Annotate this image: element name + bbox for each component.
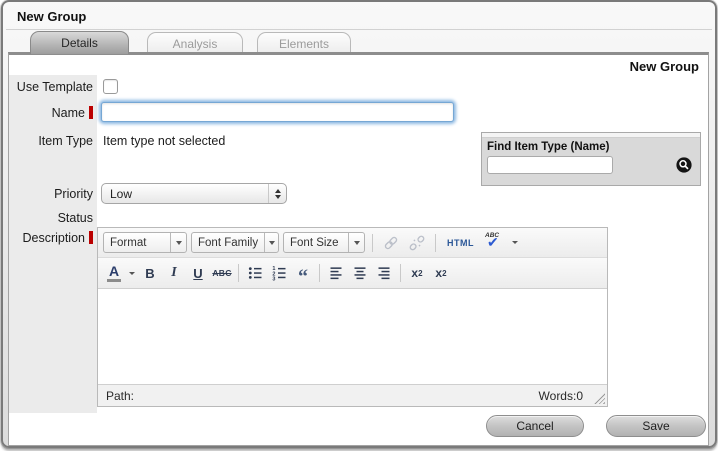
description-editor: Format Font Family Font Size HTML ABC ✔ … xyxy=(97,227,608,407)
bullet-list-button[interactable] xyxy=(244,262,266,284)
item-type-value: Item type not selected xyxy=(103,134,226,148)
superscript-button[interactable]: x2 xyxy=(430,262,452,284)
magnifier-icon[interactable] xyxy=(676,157,692,173)
page-title: New Group xyxy=(629,59,699,74)
tab-elements[interactable]: Elements xyxy=(257,32,351,54)
align-center-button[interactable] xyxy=(349,262,371,284)
italic-button[interactable]: I xyxy=(163,262,185,284)
tab-analysis[interactable]: Analysis xyxy=(147,32,243,54)
editor-statusbar: Path: Words:0 xyxy=(98,385,607,406)
new-group-window: New Group Details Analysis Elements New … xyxy=(0,0,718,451)
blockquote-button[interactable]: “ xyxy=(292,258,314,288)
window-titlebar: New Group xyxy=(6,4,712,30)
find-panel-header-strip xyxy=(482,133,700,138)
toolbar-separator xyxy=(372,233,373,252)
required-marker xyxy=(89,231,93,244)
forecolor-button[interactable]: A xyxy=(103,262,125,284)
details-panel: New Group Use Template Name Item Type It… xyxy=(8,52,709,446)
required-marker xyxy=(89,106,93,119)
editor-toolbar-row2: A B I U ABC 1 2 3 “ x 2 x 2 xyxy=(98,258,607,289)
editor-content-area[interactable] xyxy=(98,289,607,385)
description-label: Description xyxy=(9,231,93,245)
use-template-label: Use Template xyxy=(16,80,93,94)
font-family-select[interactable]: Font Family xyxy=(191,232,279,253)
chevron-down-icon xyxy=(264,233,278,252)
toolbar-separator xyxy=(435,233,436,252)
svg-text:3: 3 xyxy=(272,277,275,281)
html-source-button[interactable]: HTML xyxy=(443,232,478,254)
strikethrough-button[interactable]: ABC xyxy=(211,262,233,284)
priority-selected-value: Low xyxy=(110,186,133,201)
use-template-checkbox[interactable] xyxy=(103,79,118,94)
toolbar-separator xyxy=(319,264,320,282)
tab-elements-label: Elements xyxy=(278,36,330,51)
name-input[interactable] xyxy=(101,102,454,122)
toolbar-separator xyxy=(238,264,239,282)
name-label: Name xyxy=(9,106,93,120)
priority-select[interactable]: Low xyxy=(101,183,287,204)
editor-path-label: Path: xyxy=(106,388,135,403)
status-label: Status xyxy=(57,211,93,225)
stepper-icon xyxy=(268,184,286,203)
editor-word-count: Words:0 xyxy=(538,388,583,403)
bold-button[interactable]: B xyxy=(139,262,161,284)
priority-label: Priority xyxy=(54,187,93,201)
chevron-down-icon xyxy=(170,233,186,252)
toolbar-separator xyxy=(400,264,401,282)
resize-handle[interactable] xyxy=(594,393,605,404)
item-type-label: Item Type xyxy=(38,134,93,148)
align-right-button[interactable] xyxy=(373,262,395,284)
chevron-down-icon[interactable] xyxy=(127,272,137,275)
find-item-type-panel: Find Item Type (Name) xyxy=(481,132,701,186)
chevron-down-icon xyxy=(348,233,364,252)
subscript-button[interactable]: x2 xyxy=(406,262,428,284)
save-button[interactable]: Save xyxy=(606,415,706,437)
window-title: New Group xyxy=(17,9,87,24)
find-item-type-input[interactable] xyxy=(487,156,613,174)
forecolor-swatch xyxy=(107,278,121,282)
tab-details-label: Details xyxy=(61,36,98,50)
cancel-button[interactable]: Cancel xyxy=(486,415,584,437)
editor-toolbar-row1: Format Font Family Font Size HTML ABC ✔ xyxy=(98,228,607,258)
find-item-type-title: Find Item Type (Name) xyxy=(487,141,610,153)
align-left-button[interactable] xyxy=(325,262,347,284)
tab-analysis-label: Analysis xyxy=(172,36,218,51)
underline-button[interactable]: U xyxy=(187,262,209,284)
format-select[interactable]: Format xyxy=(103,232,187,253)
spellcheck-icon[interactable]: ABC xyxy=(482,232,506,254)
tab-details[interactable]: Details xyxy=(30,31,129,54)
link-icon[interactable] xyxy=(380,232,402,254)
unlink-icon[interactable] xyxy=(406,232,428,254)
numbered-list-button[interactable]: 1 2 3 xyxy=(268,262,290,284)
chevron-down-icon[interactable] xyxy=(510,241,520,244)
font-size-select[interactable]: Font Size xyxy=(283,232,365,253)
